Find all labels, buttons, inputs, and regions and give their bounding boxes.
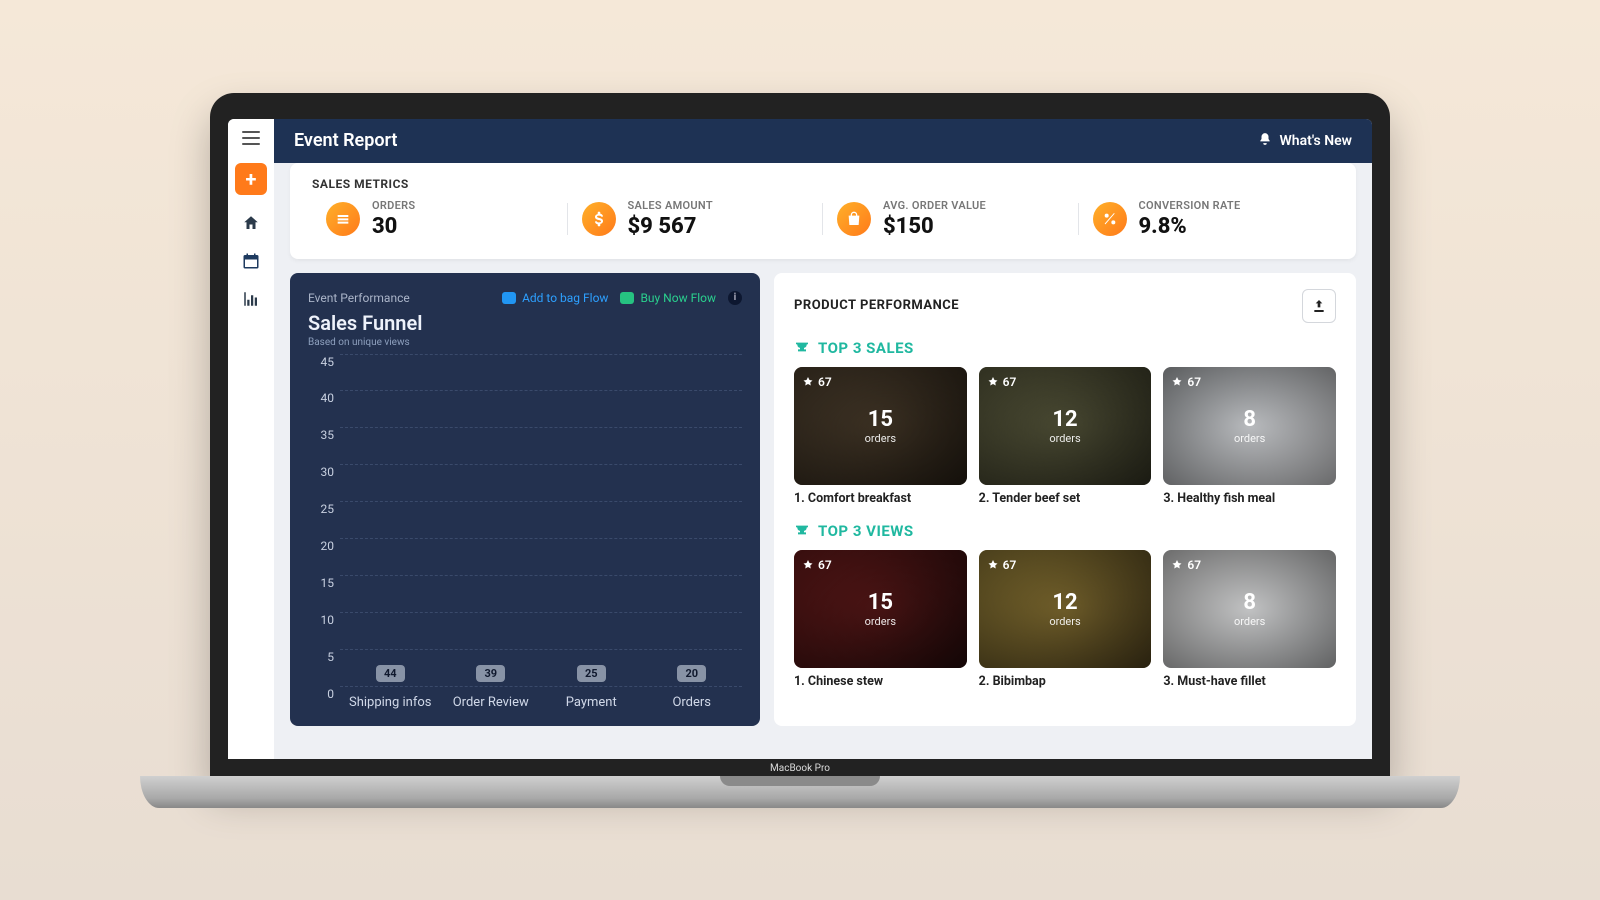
info-icon[interactable]: i (728, 291, 742, 305)
bar-category-label: Orders (672, 695, 711, 710)
metric-aov: AVG. ORDER VALUE$150 (823, 199, 1079, 239)
export-button[interactable] (1302, 289, 1336, 323)
product-tile[interactable]: 6715orders1. Chinese stew (794, 550, 967, 689)
whats-new-label: What's New (1280, 133, 1353, 149)
percent-icon (1093, 202, 1127, 236)
tile-caption: 1. Chinese stew (794, 674, 967, 689)
metric-conversion: CONVERSION RATE9.8% (1079, 199, 1335, 239)
bar-total-badge: 39 (476, 665, 505, 682)
event-performance-label: Event Performance (308, 291, 410, 305)
tile-caption: 2. Tender beef set (979, 491, 1152, 506)
section-heading: TOP 3 VIEWS (794, 522, 1336, 540)
tile-badge: 67 (802, 375, 832, 389)
laptop-notch (228, 111, 1372, 119)
whats-new-button[interactable]: What's New (1258, 132, 1353, 150)
pin-icon (802, 559, 814, 571)
page-title: Event Report (294, 130, 397, 151)
tile-badge: 67 (802, 558, 832, 572)
bar-category-label: Order Review (453, 695, 529, 710)
tile-caption: 2. Bibimbap (979, 674, 1152, 689)
product-tile[interactable]: 678orders3. Healthy fish meal (1163, 367, 1336, 506)
laptop-brand: MacBook Pro (228, 759, 1372, 778)
menu-icon[interactable] (242, 131, 260, 145)
tile-badge: 67 (1171, 558, 1201, 572)
tile-caption: 3. Must-have fillet (1163, 674, 1336, 689)
add-button[interactable]: + (235, 163, 267, 195)
funnel-chart: 051015202530354045 44Shipping infos39Ord… (300, 354, 742, 714)
tile-badge: 67 (1171, 375, 1201, 389)
funnel-title: Sales Funnel (300, 311, 742, 335)
sales-funnel-card: Event Performance Add to bag Flow Buy No… (290, 273, 760, 726)
topbar: Event Report What's New (274, 119, 1372, 163)
product-tile[interactable]: 6712orders2. Bibimbap (979, 550, 1152, 689)
chart-icon[interactable] (241, 289, 261, 309)
trophy-icon (794, 340, 810, 356)
laptop-base (140, 776, 1460, 808)
funnel-subtitle: Based on unique views (300, 337, 742, 348)
product-section: TOP 3 VIEWS 6715orders1. Chinese stew6712… (794, 522, 1336, 689)
orders-icon (326, 202, 360, 236)
bar-total-badge: 20 (677, 665, 706, 682)
sales-metrics-card: SALES METRICS ORDERS30 SALES AMOUNT$9 56… (290, 163, 1356, 259)
metrics-heading: SALES METRICS (312, 177, 1334, 191)
tile-badge: 67 (987, 375, 1017, 389)
bell-icon (1258, 132, 1272, 150)
upload-icon (1311, 298, 1327, 314)
bar-orders[interactable]: 20Orders (648, 665, 736, 686)
trophy-icon (794, 523, 810, 539)
metric-orders: ORDERS30 (312, 199, 568, 239)
bar-payment[interactable]: 25Payment (547, 665, 635, 686)
bar-category-label: Shipping infos (349, 695, 432, 710)
pin-icon (987, 559, 999, 571)
legend-add-to-bag[interactable]: Add to bag Flow (502, 291, 608, 305)
bag-icon (837, 202, 871, 236)
product-performance-title: PRODUCT PERFORMANCE (794, 298, 959, 313)
product-tile[interactable]: 6715orders1. Comfort breakfast (794, 367, 967, 506)
bar-total-badge: 44 (376, 665, 405, 682)
tile-badge: 67 (987, 558, 1017, 572)
legend-buy-now[interactable]: Buy Now Flow (620, 291, 716, 305)
bar-total-badge: 25 (577, 665, 606, 682)
tile-caption: 3. Healthy fish meal (1163, 491, 1336, 506)
pin-icon (802, 376, 814, 388)
product-performance-card: PRODUCT PERFORMANCE TOP 3 SALES 6715order… (774, 273, 1356, 726)
sidebar: + (228, 119, 274, 759)
metric-sales-amount: SALES AMOUNT$9 567 (568, 199, 824, 239)
calendar-icon[interactable] (241, 251, 261, 271)
pin-icon (1171, 559, 1183, 571)
product-tile[interactable]: 6712orders2. Tender beef set (979, 367, 1152, 506)
product-tile[interactable]: 678orders3. Must-have fillet (1163, 550, 1336, 689)
bar-order-review[interactable]: 39Order Review (447, 665, 535, 686)
dollar-icon (582, 202, 616, 236)
pin-icon (987, 376, 999, 388)
bar-shipping-infos[interactable]: 44Shipping infos (346, 665, 434, 686)
bar-category-label: Payment (566, 695, 617, 710)
pin-icon (1171, 376, 1183, 388)
product-section: TOP 3 SALES 6715orders1. Comfort breakfas… (794, 339, 1336, 506)
section-heading: TOP 3 SALES (794, 339, 1336, 357)
tile-caption: 1. Comfort breakfast (794, 491, 967, 506)
home-icon[interactable] (241, 213, 261, 233)
